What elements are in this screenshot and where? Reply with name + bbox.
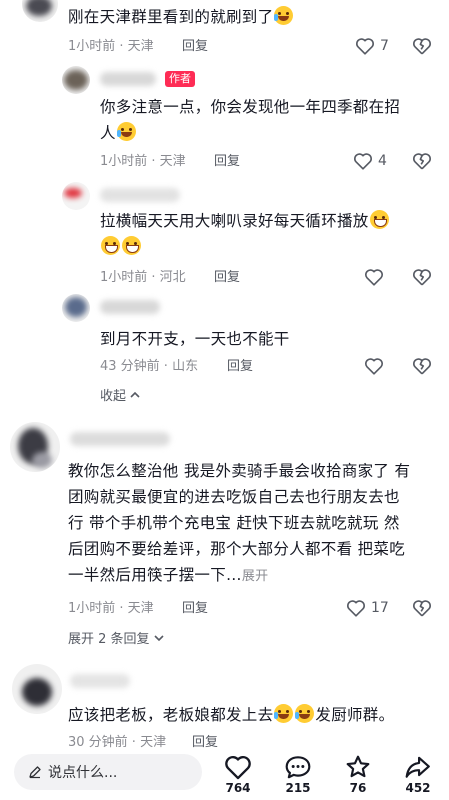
like-button[interactable] (364, 357, 384, 375)
crying-laughing-emoji (274, 6, 294, 25)
comment-meta: 1小时前 · 天津 (68, 601, 154, 616)
comment-text: 刚在天津群里看到的就刷到了 (68, 4, 294, 30)
comment-input[interactable]: 说点什么... (14, 754, 202, 790)
heart-icon (365, 269, 383, 286)
comment-6: 应该把老板，老板娘都发上去 发厨师群。 30 分钟前 · 天津 回复 (0, 660, 449, 750)
grinning-emoji (369, 210, 389, 229)
comment-text: 你多注意一点，你会发现他一年四季都在招 人 (100, 98, 401, 142)
crying-laughing-emoji (295, 704, 315, 723)
comment-meta: 1小时前 · 天津 (68, 39, 154, 54)
reply-button[interactable]: 回复 (182, 600, 208, 618)
favorite-action[interactable]: 76 (336, 754, 380, 795)
avatar[interactable] (62, 182, 90, 210)
broken-heart-icon[interactable] (412, 357, 432, 375)
comment-icon (285, 756, 311, 779)
grinning-emoji (101, 236, 120, 255)
reply-button[interactable]: 回复 (214, 153, 240, 171)
broken-heart-icon[interactable] (412, 268, 432, 286)
broken-heart-icon[interactable] (412, 37, 432, 55)
like-count: 17 (371, 600, 389, 616)
pencil-icon (29, 766, 41, 779)
bottom-action-bar: 说点什么... 764 215 76 452 (0, 748, 449, 800)
reply-button[interactable]: 回复 (182, 38, 208, 56)
collapse-replies-button[interactable]: 收起 (100, 388, 140, 406)
comment-2: 作者 你多注意一点，你会发现他一年四季都在招 人 1小时前 · 天津 回复 4 (0, 62, 449, 180)
comment-meta: 1小时前 · 河北 (100, 270, 186, 285)
reply-button[interactable]: 回复 (227, 358, 253, 376)
avatar[interactable] (62, 66, 90, 94)
comment-count: 215 (285, 781, 311, 795)
username[interactable] (70, 432, 170, 446)
avatar[interactable] (12, 664, 62, 714)
like-count: 4 (378, 153, 387, 169)
username[interactable] (100, 188, 180, 202)
heart-icon (354, 153, 372, 170)
comment-text: 拉横幅天天用大喇叭录好每天循环播放 (100, 208, 390, 260)
avatar[interactable] (22, 0, 58, 22)
comment-text: 应该把老板，老板娘都发上去 发厨师群。 (68, 704, 395, 724)
comment-action[interactable]: 215 (276, 754, 320, 795)
broken-heart-icon[interactable] (412, 599, 432, 617)
username[interactable] (100, 300, 160, 314)
crying-laughing-emoji (274, 704, 294, 723)
comment-3: 拉横幅天天用大喇叭录好每天循环播放 1小时前 · 河北 回复 (0, 180, 449, 290)
comment-text: 到月不开支，一天也不能干 (100, 330, 290, 348)
comment-1: 刚在天津群里看到的就刷到了 1小时前 · 天津 回复 7 (0, 0, 449, 62)
like-count: 7 (380, 38, 389, 54)
favorite-count: 76 (349, 781, 367, 795)
expand-replies-button[interactable]: 展开 2 条回复 (68, 631, 164, 649)
comment-text: 教你怎么整治他 我是外卖骑手最会收拾商家了 有 团购就买最便宜的进去吃饭自己去也… (68, 462, 411, 584)
chevron-up-icon (130, 391, 140, 398)
like-button[interactable]: 4 (353, 152, 387, 170)
like-action[interactable]: 764 (216, 754, 260, 795)
share-count: 452 (405, 781, 431, 795)
heart-icon (365, 358, 383, 375)
chevron-down-icon (154, 635, 164, 642)
avatar[interactable] (62, 294, 90, 322)
expand-text-link[interactable]: 展开 (242, 569, 269, 584)
share-icon (405, 756, 430, 778)
username[interactable] (70, 674, 130, 688)
avatar[interactable] (10, 422, 60, 472)
comment-meta: 43 分钟前 · 山东 (100, 359, 199, 374)
heart-icon (225, 755, 251, 780)
reply-button[interactable]: 回复 (214, 269, 240, 287)
like-count: 764 (225, 781, 251, 795)
star-icon (346, 755, 370, 778)
like-button[interactable]: 17 (346, 599, 389, 617)
comment-4: 到月不开支，一天也不能干 43 分钟前 · 山东 回复 收起 (0, 290, 449, 410)
heart-icon (347, 600, 365, 617)
author-tag: 作者 (165, 71, 195, 87)
grinning-emoji (122, 236, 141, 255)
broken-heart-icon[interactable] (412, 152, 432, 170)
username[interactable] (100, 72, 156, 86)
crying-laughing-emoji (116, 122, 136, 141)
comment-input-placeholder: 说点什么... (48, 765, 118, 781)
like-button[interactable]: 7 (355, 37, 389, 55)
comment-5: 教你怎么整治他 我是外卖骑手最会收拾商家了 有 团购就买最便宜的进去吃饭自己去也… (0, 420, 449, 650)
share-action[interactable]: 452 (396, 754, 440, 795)
comment-meta: 1小时前 · 天津 (100, 154, 186, 169)
heart-icon (356, 38, 374, 55)
like-button[interactable] (364, 268, 384, 286)
